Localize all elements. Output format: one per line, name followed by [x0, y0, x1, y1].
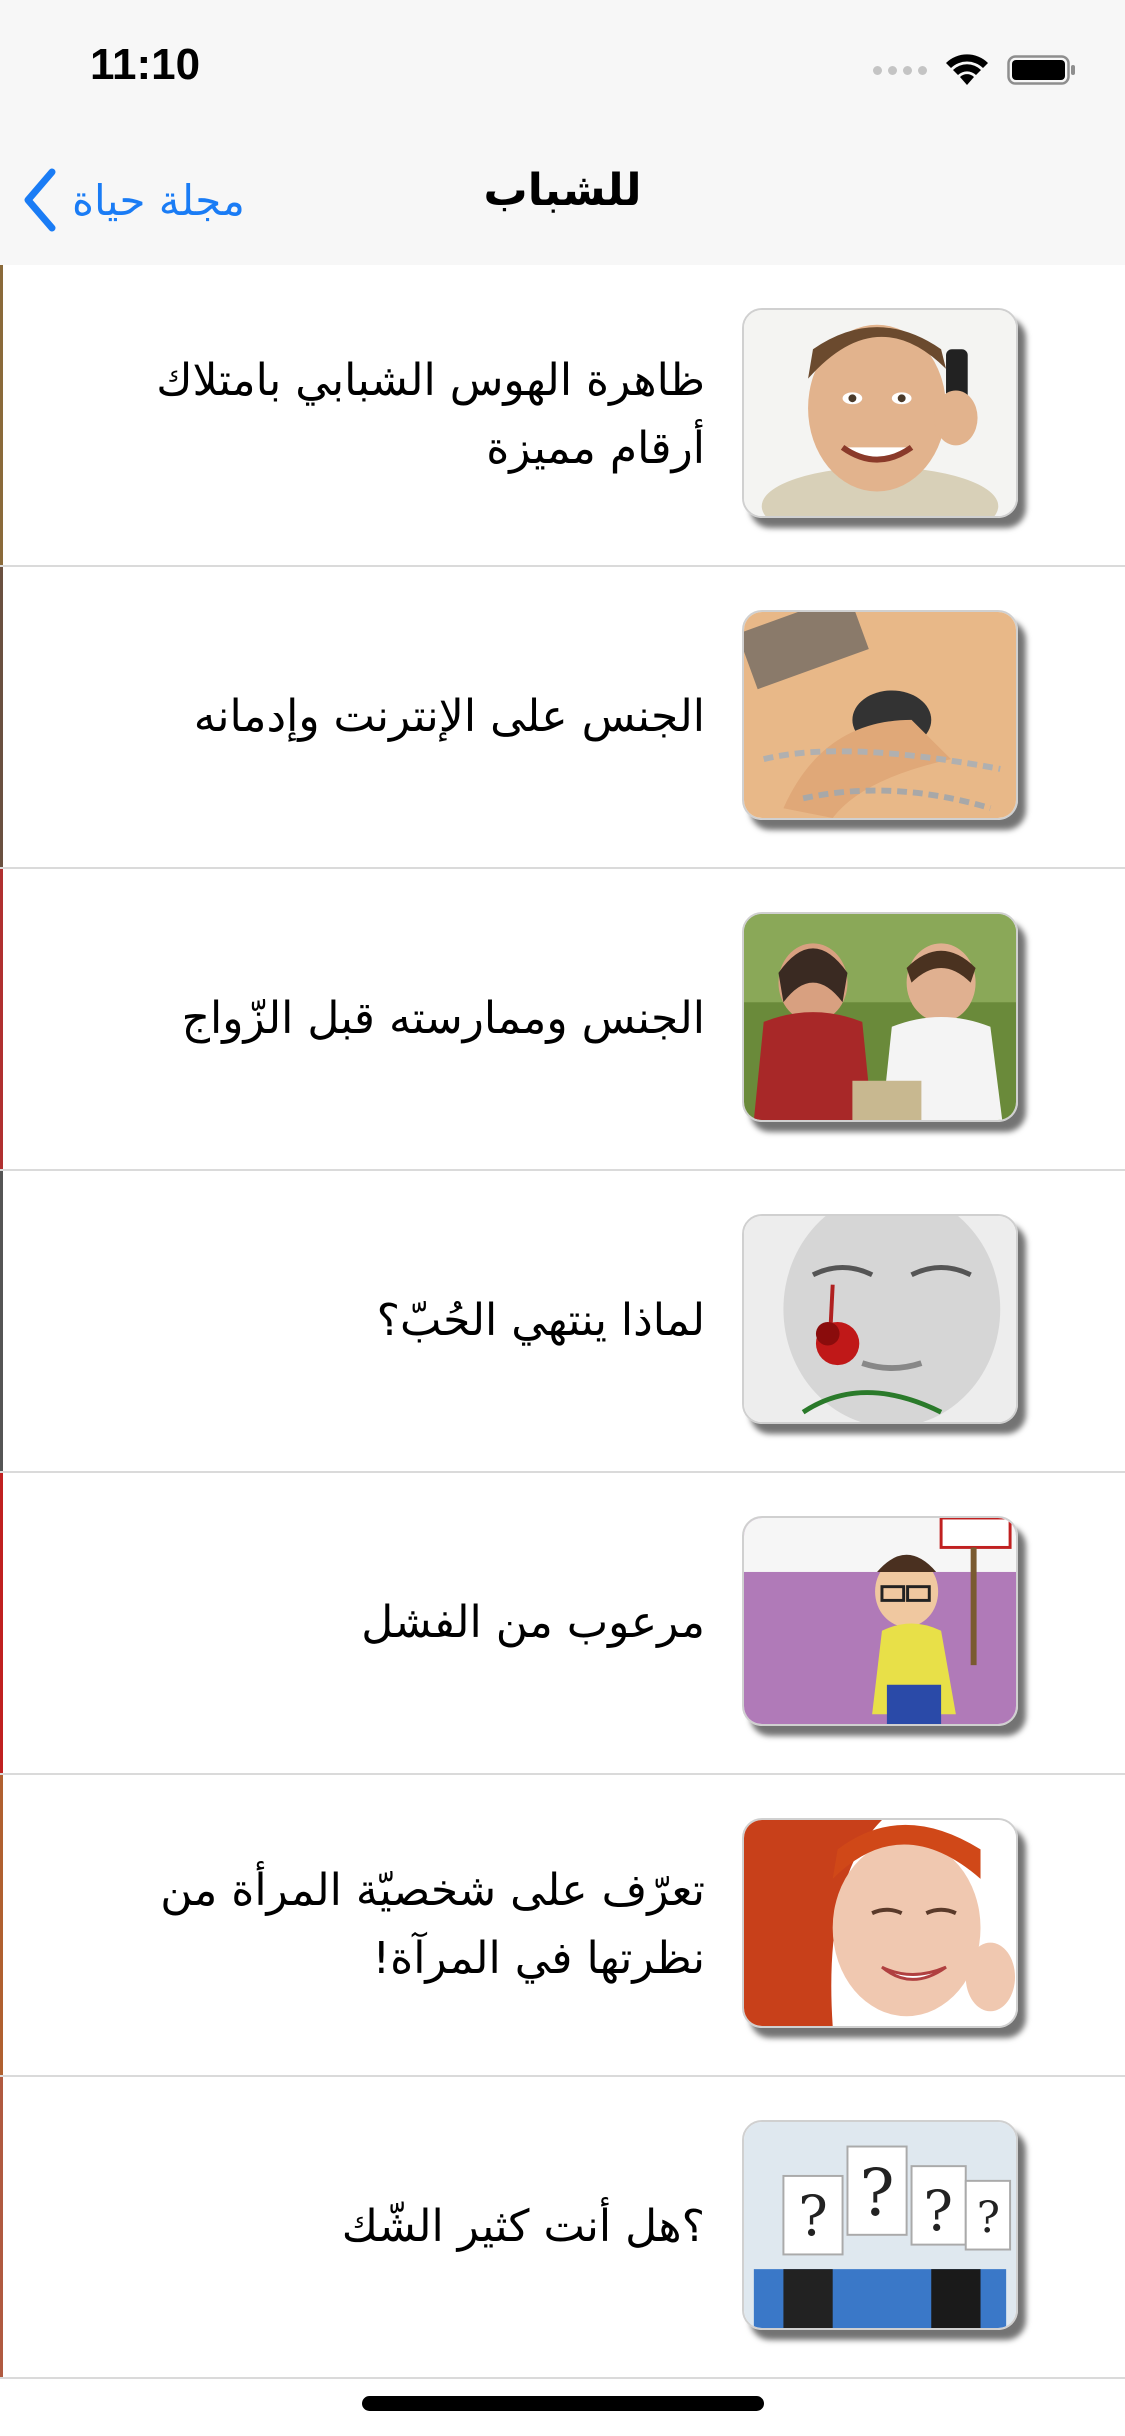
article-list: ظاهرة الهوس الشبابي بامتلاك أرقام مميزة [0, 265, 1125, 2379]
article-thumbnail [742, 308, 1018, 518]
list-item-title: تعرّف على شخصيّة المرأة من نظرتها في الم… [160, 1865, 705, 1984]
article-thumbnail: ? ? ? ? [742, 2120, 1018, 2330]
top-bar: 11:10 مجلة حياة للشباب [0, 0, 1125, 267]
home-indicator[interactable] [362, 2396, 764, 2411]
wifi-icon [946, 54, 988, 85]
list-item-title: مرعوب من الفشل [361, 1597, 705, 1648]
list-item[interactable]: ؟هل أنت كثير الشّك ? ? ? ? [0, 2077, 1125, 2379]
list-item-title: ظاهرة الهوس الشبابي بامتلاك أرقام مميزة [156, 355, 705, 474]
list-item[interactable]: لماذا ينتهي الحُبّ؟ [0, 1171, 1125, 1473]
list-item[interactable]: تعرّف على شخصيّة المرأة من نظرتها في الم… [0, 1775, 1125, 2077]
article-thumbnail [742, 1516, 1018, 1726]
screen: 11:10 مجلة حياة للشباب ظاهرة الهوس الشبا… [0, 0, 1125, 2436]
article-thumbnail [742, 1818, 1018, 2028]
article-thumbnail [742, 1214, 1018, 1424]
list-item-title: الجنس وممارسته قبل الزّواج [181, 993, 705, 1044]
signal-icon [873, 65, 927, 75]
svg-text:?: ? [923, 2179, 953, 2243]
battery-icon [1007, 55, 1075, 85]
svg-text:?: ? [860, 2156, 895, 2231]
list-item[interactable]: ظاهرة الهوس الشبابي بامتلاك أرقام مميزة [0, 265, 1125, 567]
list-item[interactable]: الجنس وممارسته قبل الزّواج [0, 869, 1125, 1171]
list-item-title: ؟هل أنت كثير الشّك [341, 2201, 705, 2252]
list-item-title: لماذا ينتهي الحُبّ؟ [376, 1295, 705, 1346]
article-thumbnail [742, 610, 1018, 820]
status-icons [873, 50, 1077, 90]
status-time: 11:10 [90, 40, 201, 89]
article-thumbnail [742, 912, 1018, 1122]
svg-text:?: ? [977, 2193, 1000, 2243]
list-item[interactable]: مرعوب من الفشل [0, 1473, 1125, 1775]
list-item[interactable]: الجنس على الإنترنت وإدمانه [0, 567, 1125, 869]
page-title: للشباب [483, 165, 642, 216]
svg-text:?: ? [798, 2184, 828, 2248]
list-item-title: الجنس على الإنترنت وإدمانه [193, 691, 705, 742]
